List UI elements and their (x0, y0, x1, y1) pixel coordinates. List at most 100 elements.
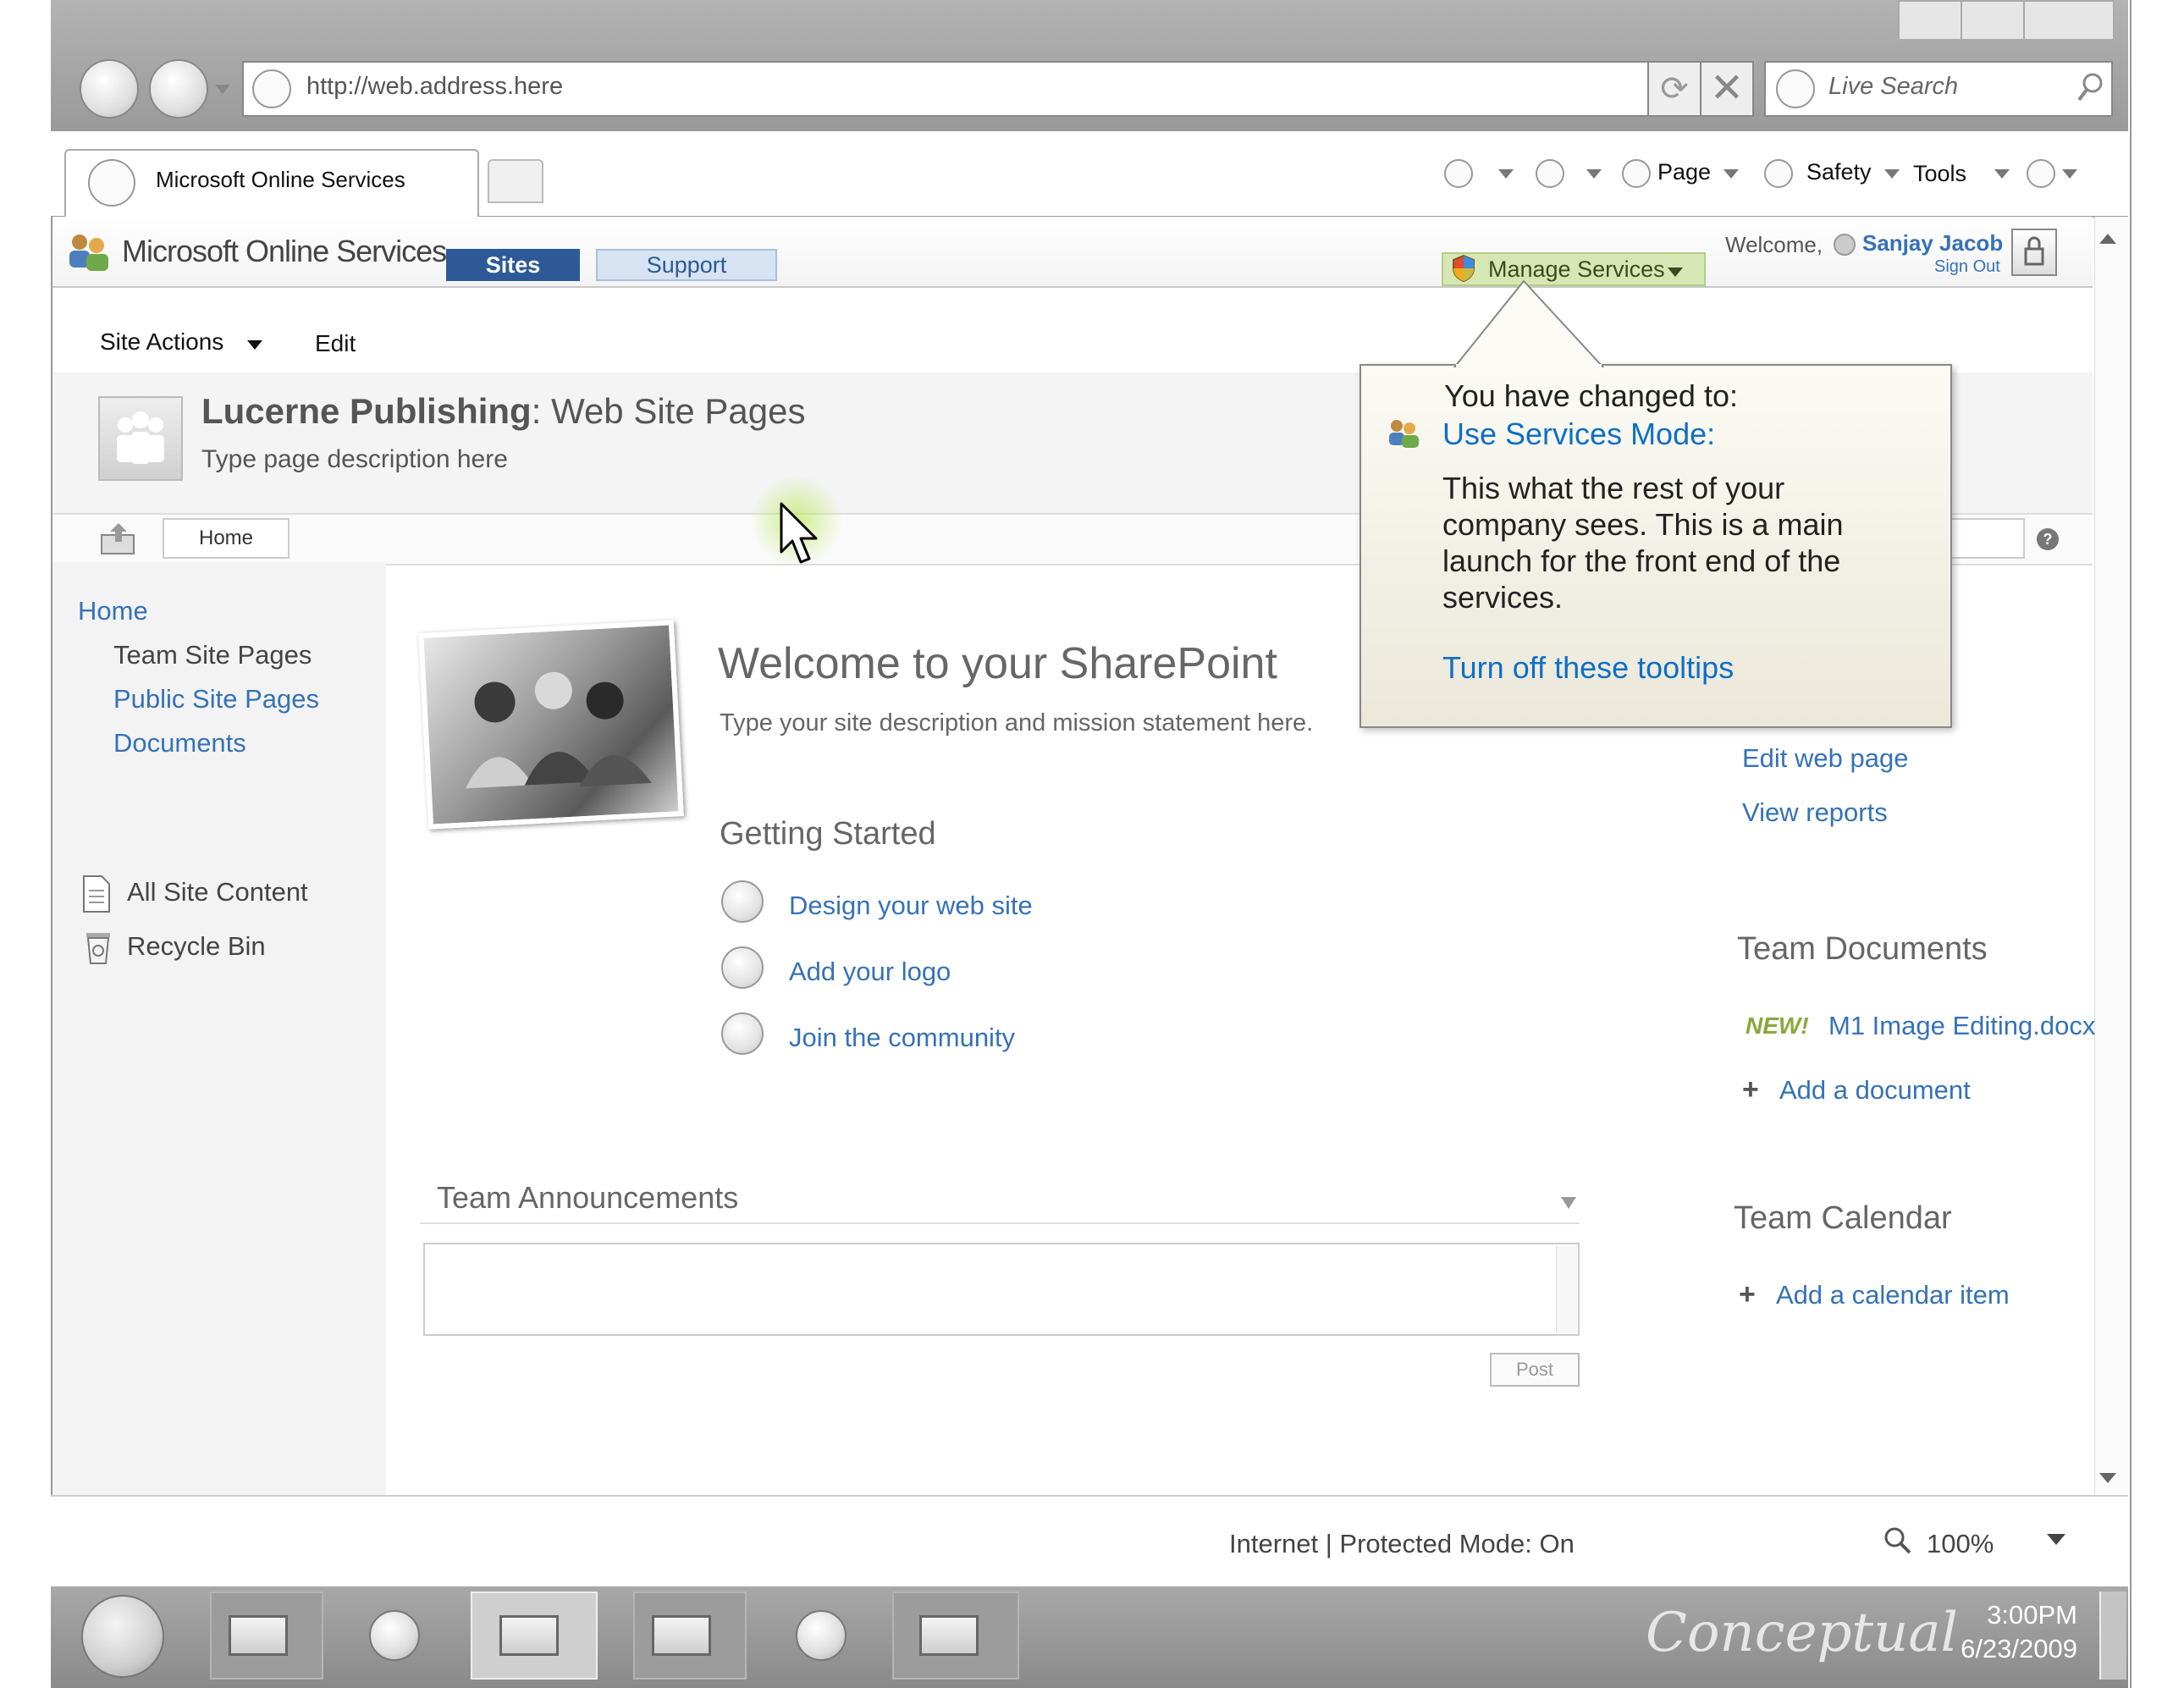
sign-out-link[interactable]: Sign Out (1934, 257, 2000, 277)
add-calendar-item-link[interactable]: Add a calendar item (1776, 1280, 2010, 1310)
help-icon[interactable]: ? (2037, 528, 2059, 550)
announcements-dropdown-icon[interactable] (1561, 1197, 1576, 1209)
clock-date[interactable]: 6/23/2009 (1947, 1634, 2077, 1664)
site-actions-dropdown-icon[interactable] (247, 340, 262, 350)
safety-icon[interactable] (1764, 159, 1793, 188)
tab-sites[interactable]: Sites (446, 249, 580, 281)
history-dropdown-icon[interactable] (215, 85, 230, 94)
site-actions-bar (52, 288, 2093, 372)
home-dropdown-icon[interactable] (1498, 169, 1514, 179)
announcement-input[interactable] (423, 1243, 1580, 1336)
join-community-link[interactable]: Join the community (789, 1023, 1015, 1053)
safety-dropdown-icon[interactable] (1884, 169, 1900, 179)
document-icon (81, 874, 112, 918)
up-folder-icon[interactable] (98, 520, 139, 561)
people-icon (66, 232, 112, 277)
help-dropdown-icon[interactable] (2062, 169, 2077, 179)
address-url[interactable]: http://web.address.here (306, 73, 563, 101)
page-menu[interactable]: Page (1657, 159, 1711, 185)
team-photo (418, 620, 684, 830)
tooltip-body-line-4: services. (1442, 580, 1564, 615)
new-tab-button[interactable] (488, 159, 543, 203)
add-document-plus-icon: + (1742, 1073, 1759, 1106)
manage-services-dropdown-icon[interactable] (1668, 268, 1683, 277)
nav-all-site-content[interactable]: All Site Content (127, 877, 308, 907)
refresh-icon[interactable]: ⟳ (1647, 61, 1701, 117)
post-button[interactable]: Post (1490, 1353, 1580, 1387)
title-separator: : (531, 391, 542, 431)
announcement-scrollbar[interactable] (1556, 1246, 1577, 1332)
site-name[interactable]: Lucerne Publishing (201, 391, 532, 431)
taskbar-app-icon[interactable] (369, 1610, 420, 1661)
zoom-dropdown-icon[interactable] (2047, 1534, 2065, 1545)
site-description-visible: Type your site description and mission s… (720, 709, 1271, 736)
nav-documents[interactable]: Documents (113, 728, 246, 758)
taskbar-app-icon[interactable] (796, 1610, 847, 1661)
zoom-level[interactable]: 100% (1927, 1529, 1994, 1559)
team-calendar-heading: Team Calendar (1734, 1200, 1952, 1236)
stop-icon[interactable]: ✕ (1700, 61, 1754, 117)
clock-time[interactable]: 3:00PM (1984, 1600, 2077, 1630)
tooltip-body-line-2: company sees. This is a main (1442, 507, 1844, 542)
window-icon (919, 1615, 979, 1656)
print-icon[interactable] (1622, 159, 1651, 188)
help-menu-icon[interactable] (2027, 159, 2055, 188)
vertical-scrollbar[interactable] (2094, 217, 2129, 1495)
close-window-button[interactable] (2023, 0, 2115, 41)
scroll-down-icon[interactable] (2099, 1473, 2116, 1483)
design-web-site-link[interactable]: Design your web site (789, 891, 1033, 921)
tools-dropdown-icon[interactable] (1994, 169, 2010, 179)
turn-off-tooltips-link[interactable]: Turn off these tooltips (1442, 650, 1734, 686)
tab-support[interactable]: Support (596, 249, 777, 281)
nav-public-site-pages[interactable]: Public Site Pages (113, 684, 319, 714)
page-title: Lucerne Publishing: Web Site Pages (201, 391, 805, 432)
tooltip-pointer (1453, 279, 1605, 367)
show-desktop-button[interactable] (2099, 1591, 2126, 1680)
zoom-icon[interactable] (1883, 1525, 1913, 1560)
page-name: Web Site Pages (551, 391, 806, 431)
search-provider-icon[interactable] (1776, 69, 1815, 108)
edit-web-page-link[interactable]: Edit web page (1742, 743, 1908, 774)
tooltip-body-line-3: launch for the front end of the (1442, 543, 1841, 578)
add-calendar-plus-icon: + (1739, 1278, 1756, 1310)
nav-team-site-pages[interactable]: Team Site Pages (113, 640, 312, 670)
welcome-heading: Welcome to your SharePoint (718, 639, 1277, 688)
search-icon[interactable] (2076, 71, 2104, 108)
view-reports-link[interactable]: View reports (1742, 797, 1888, 828)
back-icon[interactable] (80, 59, 139, 119)
document-link[interactable]: M1 Image Editing.docx (1828, 1011, 2095, 1041)
search-placeholder[interactable]: Live Search (1828, 73, 1958, 101)
edit-link[interactable]: Edit (315, 330, 356, 357)
tab-title[interactable]: Microsoft Online Services (156, 167, 405, 193)
page-dropdown-icon[interactable] (1723, 169, 1739, 179)
mouse-cursor-icon (780, 502, 818, 564)
feeds-dropdown-icon[interactable] (1586, 169, 1602, 179)
nav-home[interactable]: Home (78, 596, 148, 626)
getting-started-heading: Getting Started (720, 816, 936, 852)
forward-icon[interactable] (149, 59, 208, 119)
add-document-link[interactable]: Add a document (1779, 1075, 1971, 1106)
user-name[interactable]: Sanjay Jacob (1862, 230, 2003, 257)
start-button[interactable] (81, 1595, 164, 1678)
online-services-logo[interactable]: Microsoft Online Services (122, 234, 447, 269)
presence-icon (1834, 234, 1856, 256)
maximize-button[interactable] (1961, 0, 2025, 41)
scroll-up-icon[interactable] (2099, 234, 2116, 244)
site-actions-menu[interactable]: Site Actions (100, 328, 223, 356)
people-icon (1387, 418, 1420, 453)
site-icon (98, 396, 183, 481)
tools-menu[interactable]: Tools (1913, 161, 1966, 187)
feeds-icon[interactable] (1536, 159, 1564, 188)
use-services-mode-link[interactable]: Use Services Mode: (1442, 416, 1715, 452)
breadcrumb-home[interactable]: Home (163, 518, 290, 559)
add-logo-link[interactable]: Add your logo (789, 957, 951, 987)
team-documents-heading: Team Documents (1737, 931, 1988, 967)
status-bar (51, 1495, 2128, 1588)
security-zone-status[interactable]: Internet | Protected Mode: On (1229, 1529, 1575, 1559)
minimize-button[interactable] (1898, 0, 1962, 41)
lock-icon[interactable] (2011, 229, 2057, 276)
nav-recycle-bin[interactable]: Recycle Bin (127, 931, 266, 962)
home-icon[interactable] (1444, 159, 1473, 188)
safety-menu[interactable]: Safety (1806, 159, 1872, 185)
page-favicon-icon (252, 69, 291, 108)
